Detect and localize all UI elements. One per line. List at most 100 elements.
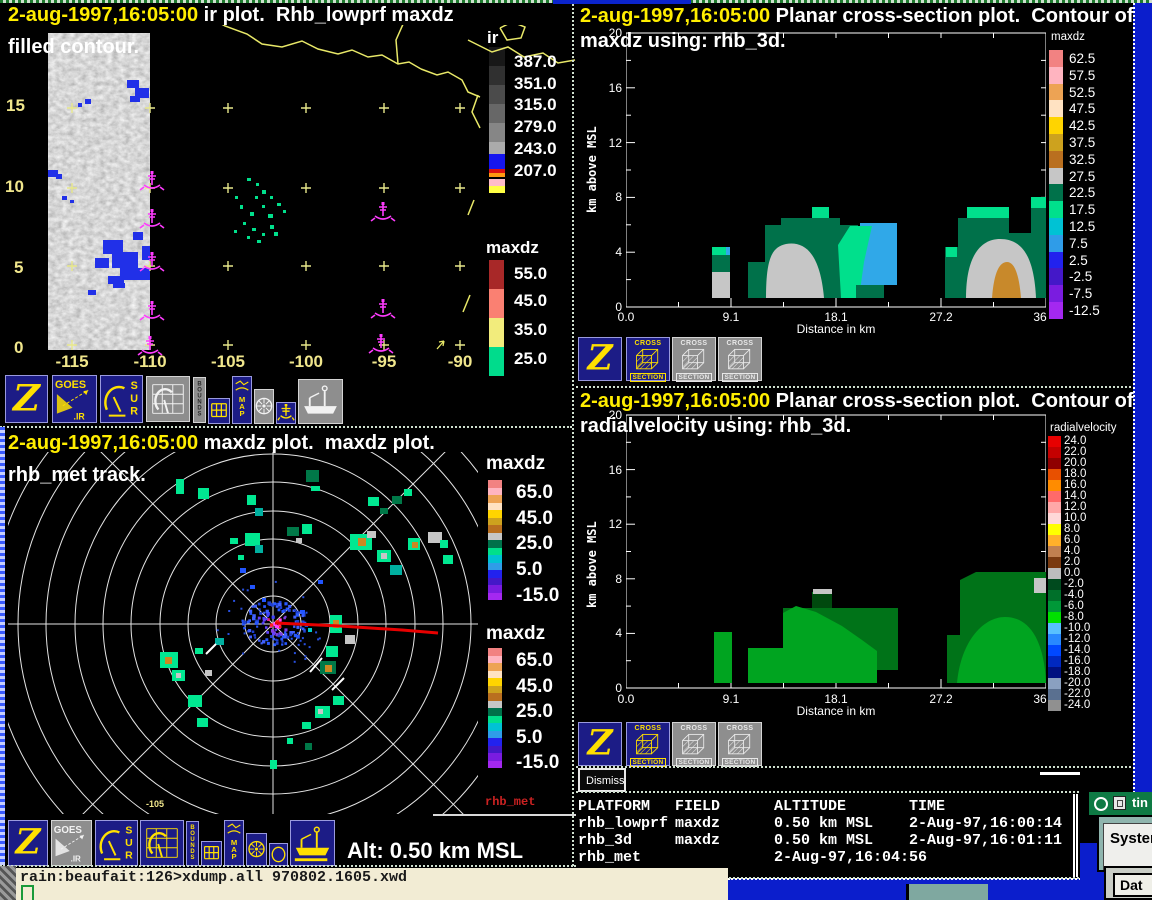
tl-y-tick-label: 0 — [14, 338, 23, 358]
window-iconify-icon[interactable] — [1113, 796, 1126, 810]
tl-y-tick-label: 10 — [5, 177, 24, 197]
toolbar-button-azimuth-wheel[interactable] — [254, 389, 274, 424]
altitude-readout: Alt: 0.50 km MSL — [347, 838, 523, 864]
colorbar-segment — [488, 533, 502, 541]
xs-y-tick-label: 4 — [598, 626, 622, 640]
coastline — [472, 95, 480, 128]
cross-section-maxdz-plot[interactable] — [626, 28, 1046, 308]
colorbar-segment — [1048, 546, 1061, 557]
br-toolbar-button-cross-section[interactable]: CROSS SECTION — [718, 722, 762, 766]
colorbar-segment — [488, 518, 502, 526]
colorbar-maxdz-xs-label: -12.5 — [1069, 303, 1100, 318]
colorbar-segment — [1049, 168, 1063, 185]
colorbar-maxdz-xs-label: 12.5 — [1069, 219, 1095, 234]
colorbar-segment — [488, 746, 502, 754]
colorbar-segment — [488, 548, 502, 556]
colorbar-segment — [1048, 579, 1061, 590]
colorbar-maxdz-xs-label: 47.5 — [1069, 101, 1095, 116]
tr-toolbar-button-cross-section-selected[interactable]: CROSS SECTION — [626, 337, 670, 381]
toolbar-button-ship[interactable] — [290, 820, 335, 866]
toolbar-button-map[interactable]: MAP — [232, 376, 252, 424]
table-cell: maxdz — [675, 815, 720, 832]
colorbar-maxdz-ppi-2-title: maxdz — [486, 623, 545, 645]
br-toolbar-button-cross-section-selected[interactable]: CROSS SECTION — [626, 722, 670, 766]
svg-text:.IR: .IR — [74, 412, 86, 422]
system-window: System — [1097, 815, 1152, 872]
colorbar-segment — [1048, 590, 1061, 601]
bl-panel-title-line2: rhb_met track. — [8, 464, 146, 487]
tr-y-axis-label: km above MSL — [585, 126, 599, 213]
toolbar-button-buoy[interactable] — [276, 402, 296, 424]
ppi-radar-plot[interactable] — [8, 452, 478, 814]
colorbar-ir-label: 315.0 — [514, 95, 557, 115]
toolbar-button-map[interactable]: MAP — [224, 820, 244, 866]
toolbar-button-azimuth-wheel[interactable] — [246, 833, 267, 866]
toolbar-button-grid[interactable] — [208, 398, 230, 424]
toolbar-button-goes-ir[interactable]: GOES .IR — [51, 820, 92, 866]
br-panel-title: 2-aug-1997,16:05:00 Planar cross-section… — [580, 390, 1133, 413]
toolbar-button-ship[interactable] — [298, 379, 343, 424]
colorbar-segment — [488, 480, 502, 488]
terminal-left-grip[interactable] — [0, 866, 16, 900]
colorbar-segment — [1048, 480, 1061, 491]
colorbar-segment — [1048, 678, 1061, 689]
toolbar-button-grid-radar[interactable] — [146, 376, 190, 422]
bl-bottom-border — [0, 865, 576, 867]
toolbar-button-circle[interactable] — [269, 843, 288, 866]
xs-x-tick-label: 0.0 — [606, 310, 646, 324]
colorbar-segment — [1049, 67, 1063, 84]
tr-panel-title: 2-aug-1997,16:05:00 Planar cross-section… — [580, 5, 1133, 28]
tr-toolbar-button-cross-section[interactable]: CROSS SECTION — [672, 337, 716, 381]
colorbar-radialvelocity-title: radialvelocity — [1050, 422, 1116, 434]
toolbar-button-surveillance[interactable]: SUR — [95, 820, 138, 866]
svg-text:MAP: MAP — [231, 838, 237, 861]
toolbar-button-grid[interactable] — [201, 841, 222, 866]
tr-panel-title-line2: maxdz using: rhb_3d. — [580, 30, 786, 53]
platform-status-table: PLATFORMFIELDALTITUDETIMErhb_lowprfmaxdz… — [576, 794, 1078, 877]
colorbar-maxdz-xs-title: maxdz — [1051, 31, 1085, 43]
xs-y-tick-label: 8 — [598, 190, 622, 204]
tl-panel-title: 2-aug-1997,16:05:00 ir plot. Rhb_lowprf … — [8, 4, 454, 27]
svg-text:.IR: .IR — [71, 855, 81, 864]
colorbar-segment — [1048, 513, 1061, 524]
ir-satellite-map-plot[interactable] — [0, 25, 576, 375]
colorbar-segment — [1048, 557, 1061, 568]
toolbar-button-surveillance[interactable]: SUR — [100, 375, 143, 423]
table-header-row: PLATFORMFIELDALTITUDETIME — [578, 798, 1068, 815]
date-button[interactable]: Dat — [1113, 873, 1152, 897]
tr-toolbar-button-zebra[interactable]: Z — [578, 337, 622, 381]
window-menu-icon[interactable] — [1094, 797, 1108, 811]
colorbar-segment — [1048, 469, 1061, 480]
colorbar-segment — [1048, 656, 1061, 667]
zeb-display-screen: 2-aug-1997,16:05:00 ir plot. Rhb_lowprf … — [0, 0, 1152, 900]
toolbar-button-zebra[interactable]: Z — [5, 375, 48, 423]
dismiss-button[interactable]: Dismiss — [578, 768, 626, 792]
colorbar-segment — [1048, 568, 1061, 579]
colorbar-maxdz-ppi-2-label: 25.0 — [516, 701, 553, 723]
alt-window-edge — [433, 814, 576, 816]
toolbar-button-bounds[interactable]: BOUNDS — [186, 821, 199, 866]
ppi-center-clutter — [217, 581, 321, 663]
toolbar-button-zebra[interactable]: Z — [8, 820, 48, 866]
timestamp: 2-aug-1997,16:05:00 — [580, 5, 770, 27]
colorbar-maxdz-ir-panel-label: 45.0 — [514, 291, 547, 311]
br-toolbar-button-zebra[interactable]: Z — [578, 722, 622, 766]
colorbar-ir-label: 207.0 — [514, 161, 557, 181]
cross-section-radialvelocity-plot[interactable] — [626, 403, 1046, 695]
xs-x-tick-label: 27.2 — [921, 310, 961, 324]
table-cell: ALTITUDE — [774, 798, 846, 815]
time-window-titlebar[interactable]: tin — [1089, 792, 1152, 815]
colorbar-maxdz-xs-label: 22.5 — [1069, 185, 1095, 200]
colorbar-ir-label: 387.0 — [514, 52, 557, 72]
colorbar-segment — [1049, 84, 1063, 101]
toolbar-button-goes-ir[interactable]: GOES .IR — [52, 375, 97, 423]
colorbar-segment — [1049, 218, 1063, 235]
terminal-window[interactable]: rain:beaufait:126>xdump.all 970802.1605.… — [16, 868, 728, 900]
toolbar-button-grid-radar[interactable] — [140, 820, 184, 866]
tr-toolbar-button-cross-section[interactable]: CROSS SECTION — [718, 337, 762, 381]
toolbar-button-bounds[interactable]: BOUNDS — [193, 377, 206, 423]
br-y-axis-label: km above MSL — [585, 521, 599, 608]
br-toolbar-button-cross-section[interactable]: CROSS SECTION — [672, 722, 716, 766]
xs-y-tick-label: 16 — [598, 81, 622, 95]
colorbar-ir-label: 243.0 — [514, 139, 557, 159]
